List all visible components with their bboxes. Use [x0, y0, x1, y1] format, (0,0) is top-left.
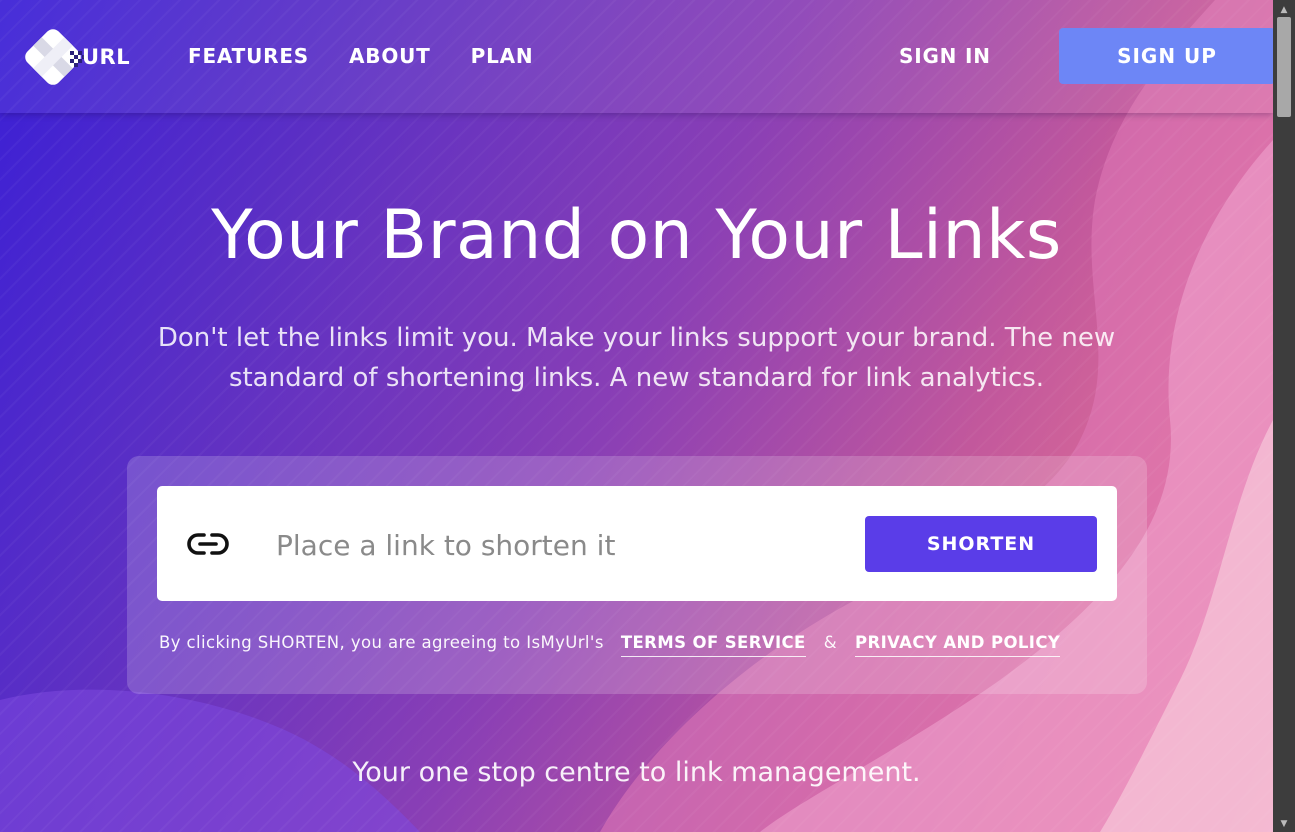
scroll-up-arrow-icon[interactable]: ▲ [1273, 4, 1295, 16]
terms-of-service-link[interactable]: TERMS OF SERVICE [620, 633, 806, 657]
nav-item-about[interactable]: ABOUT [349, 44, 431, 68]
tagline: Your one stop centre to link management. [352, 757, 921, 788]
shortener-panel: SHORTEN By clicking SHORTEN, you are agr… [127, 456, 1147, 694]
scrollbar-thumb[interactable] [1277, 17, 1291, 117]
link-url-input[interactable] [274, 519, 838, 571]
nav-item-features[interactable]: FEATURES [188, 44, 309, 68]
logo-icon [25, 29, 86, 85]
background [0, 0, 1295, 832]
hero-title: Your Brand on Your Links [211, 196, 1062, 275]
scroll-down-arrow-icon[interactable]: ▼ [1273, 818, 1295, 830]
background-waves [0, 0, 1273, 832]
shortener-input-box: SHORTEN [157, 486, 1117, 601]
shorten-button[interactable]: SHORTEN [865, 516, 1097, 572]
sign-in-link[interactable]: SIGN IN [899, 44, 991, 68]
ampersand-text: & [823, 633, 837, 652]
terms-prefix-text: By clicking SHORTEN, you are agreeing to… [159, 633, 604, 652]
main-nav: FEATURES ABOUT PLAN [188, 44, 533, 68]
hero-subtitle: Don't let the links limit you. Make your… [157, 323, 1116, 393]
nav-item-plan[interactable]: PLAN [471, 44, 534, 68]
top-navbar: URL FEATURES ABOUT PLAN SIGN IN SIGN UP [0, 0, 1275, 113]
brand-logo[interactable]: URL [20, 25, 132, 89]
link-icon [187, 533, 229, 555]
background-stripes [0, 0, 1295, 832]
sign-up-button[interactable]: SIGN UP [1059, 28, 1275, 84]
privacy-policy-link[interactable]: PRIVACY AND POLICY [855, 633, 1061, 657]
logo-text: URL [82, 45, 131, 69]
terms-notice: By clicking SHORTEN, you are agreeing to… [159, 633, 1061, 657]
vertical-scrollbar[interactable]: ▲ ▼ [1273, 0, 1295, 832]
